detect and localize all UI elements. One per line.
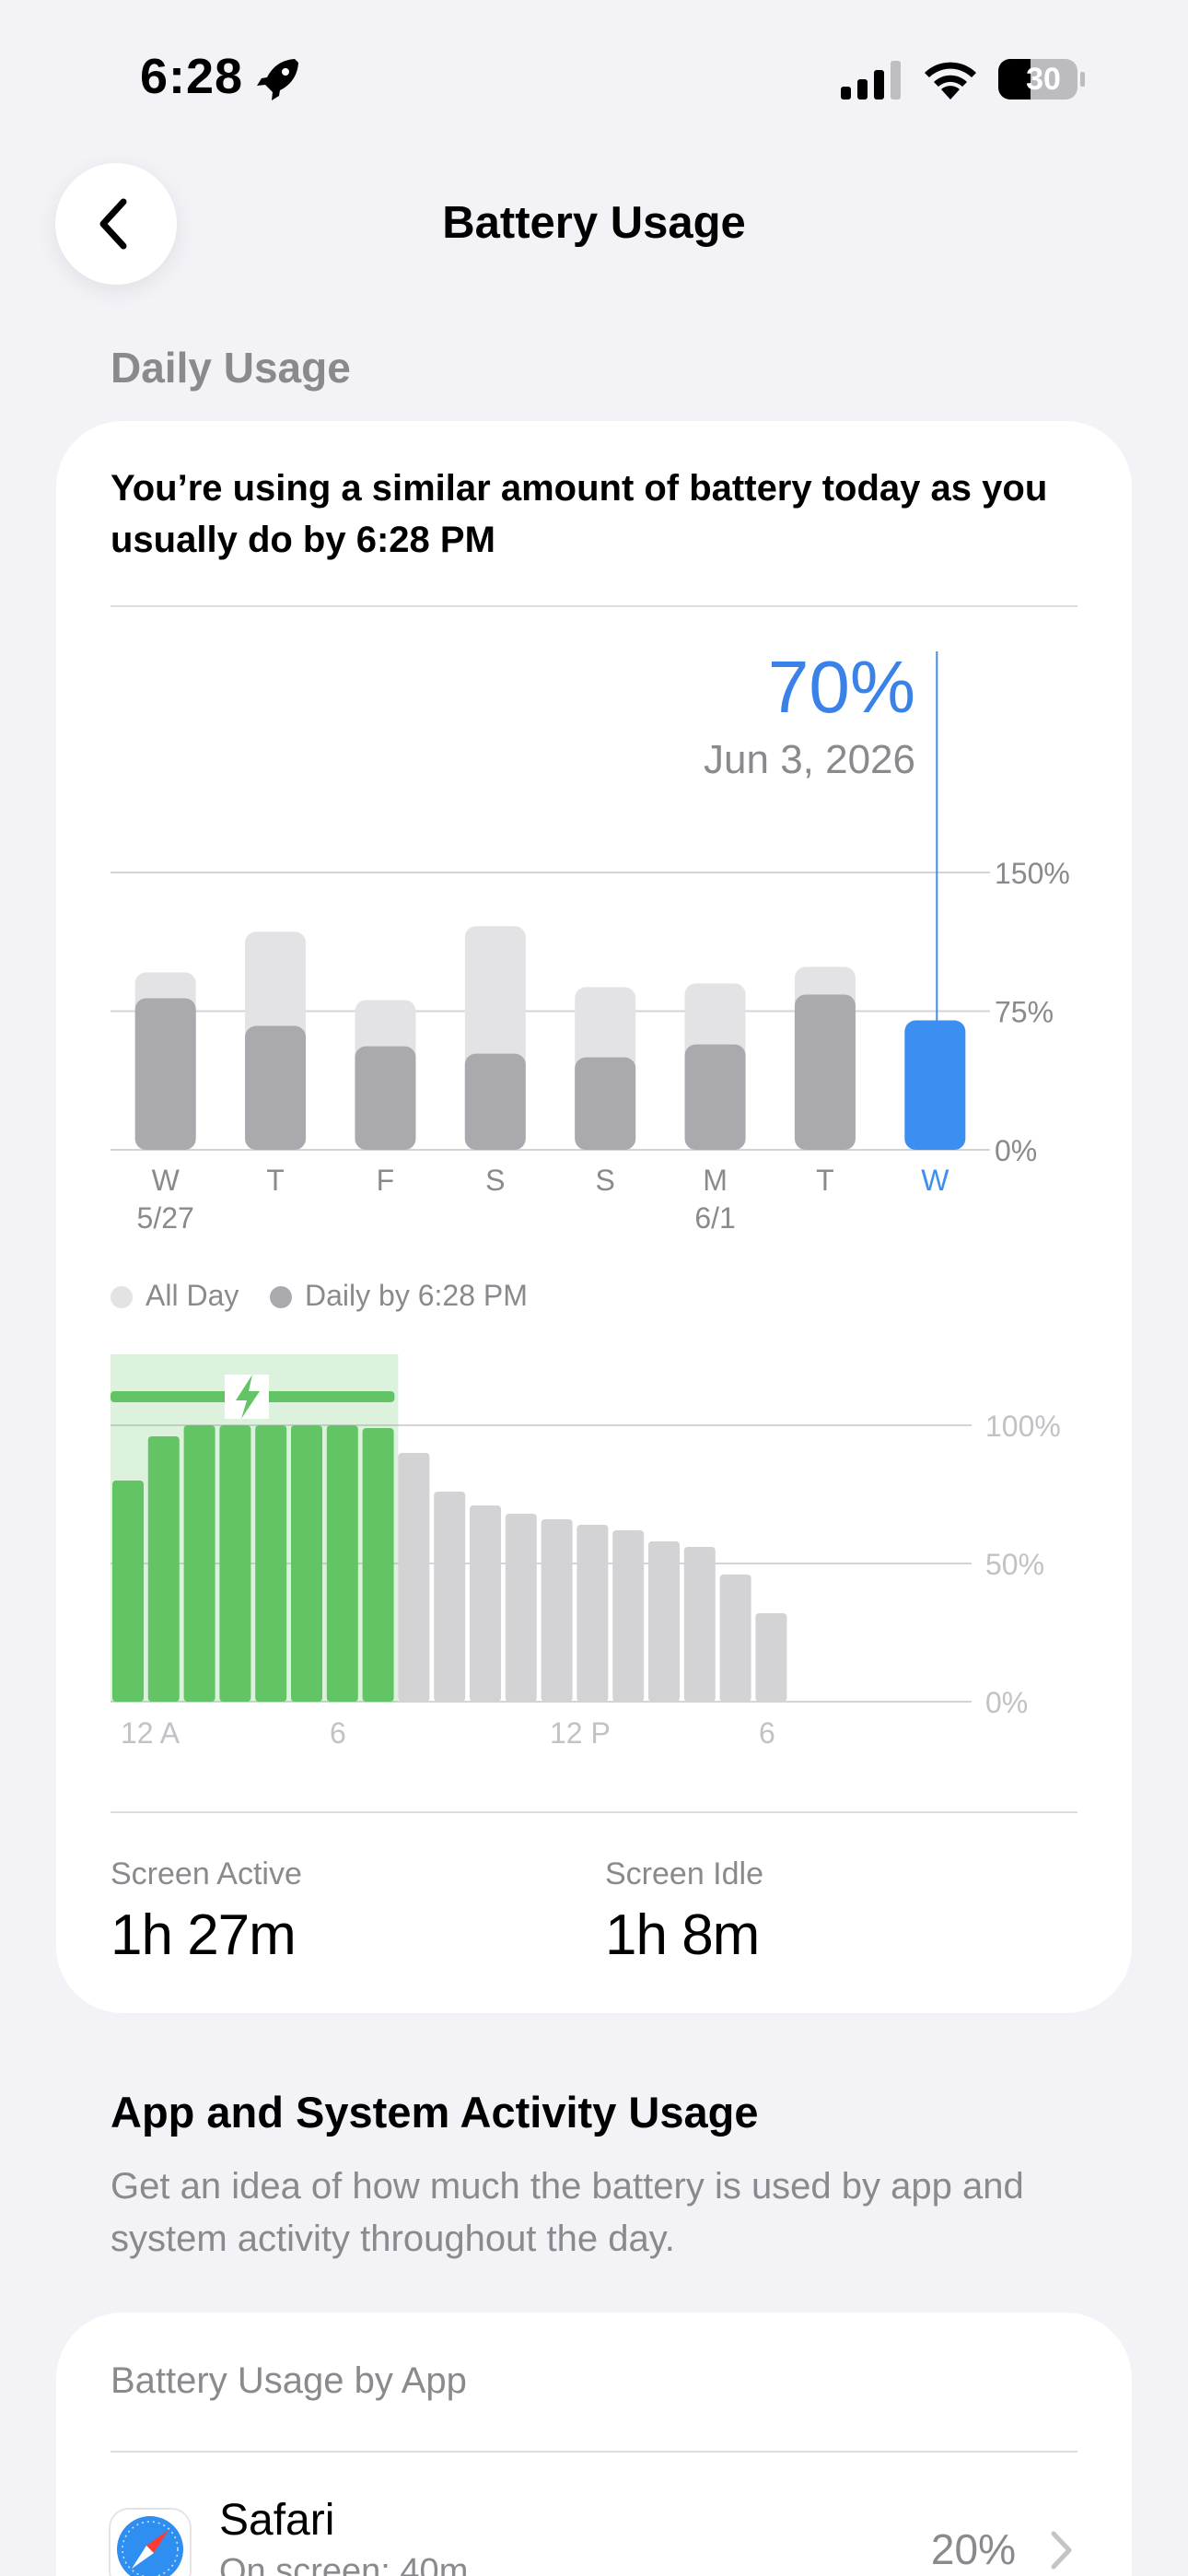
x-tick-label: M — [703, 1164, 728, 1197]
app-name: Safari — [219, 2496, 335, 2545]
hour-bar-charging — [291, 1425, 322, 1702]
hour-bar — [683, 1547, 716, 1702]
hour-bar-charging — [183, 1425, 215, 1702]
y-tick-label: 0% — [995, 1134, 1037, 1167]
hour-bar — [541, 1519, 573, 1702]
bar-daily-by-time — [794, 994, 856, 1150]
activity-section-title: App and System Activity Usage — [111, 2088, 759, 2137]
safari-icon — [111, 2510, 190, 2576]
x-tick-label: S — [485, 1164, 505, 1197]
y-tick-label: 75% — [995, 996, 1054, 1029]
screen-idle-label: Screen Idle — [605, 1856, 763, 1891]
hour-bar-charging — [255, 1425, 287, 1702]
x-tick-label: W — [152, 1164, 181, 1197]
hour-bar-charging — [326, 1425, 358, 1702]
legend-label-daily-by-time: Daily by 6:28 PM — [305, 1279, 528, 1312]
x-tick-sublabel: 5/27 — [137, 1201, 194, 1235]
x-tick-sublabel: 6/1 — [694, 1201, 735, 1235]
hourly-battery-level-chart[interactable]: 0% 50% 100% 12 A 6 12 P 6 — [0, 1327, 1188, 1769]
chevron-right-icon — [1051, 2531, 1072, 2570]
hour-bar — [577, 1525, 609, 1702]
bar-selected-day — [904, 1020, 966, 1150]
hour-bar — [505, 1514, 537, 1702]
hour-bar-charging — [112, 1481, 144, 1702]
y-tick-label: 50% — [985, 1548, 1044, 1581]
x-tick-label: 12 A — [121, 1716, 181, 1750]
x-tick-label: T — [266, 1164, 285, 1197]
hour-bar — [648, 1541, 680, 1702]
battery-usage-screen: 6:28 30 Battery Usage Daily Usage You’re… — [0, 0, 1188, 2576]
x-tick-label: S — [596, 1164, 615, 1197]
x-tick-label: 6 — [759, 1716, 775, 1750]
divider — [111, 1811, 1077, 1813]
hour-bar-charging — [147, 1436, 180, 1702]
hour-bar-charging — [362, 1428, 394, 1702]
x-tick-label: W — [921, 1164, 949, 1197]
legend-label-all-day: All Day — [146, 1279, 239, 1312]
x-tick-label: F — [377, 1164, 395, 1197]
activity-section-description: Get an idea of how much the battery is u… — [111, 2166, 1024, 2259]
divider — [111, 2451, 1077, 2453]
screen-active-value: 1h 27m — [111, 1903, 297, 1967]
legend-dot-all-day — [111, 1286, 133, 1308]
screen-active-label: Screen Active — [111, 1856, 302, 1891]
hour-bar-charging — [219, 1425, 251, 1702]
x-tick-label: 6 — [330, 1716, 346, 1750]
hour-bar — [612, 1530, 645, 1702]
hour-bar — [719, 1575, 751, 1702]
y-tick-label: 150% — [995, 857, 1070, 890]
hour-bar — [398, 1453, 430, 1702]
app-usage-header: Battery Usage by App — [111, 2360, 467, 2401]
bar-daily-by-time — [355, 1046, 416, 1150]
y-tick-label: 0% — [985, 1686, 1028, 1719]
bar-daily-by-time — [245, 1025, 307, 1150]
bar-daily-by-time — [464, 1053, 526, 1150]
hour-bar — [434, 1492, 466, 1702]
x-tick-label: 12 P — [550, 1716, 611, 1750]
hour-bar — [755, 1613, 787, 1702]
bar-daily-by-time — [684, 1044, 746, 1150]
x-tick-label: T — [816, 1164, 834, 1197]
y-tick-label: 100% — [985, 1410, 1061, 1443]
screen-idle-value: 1h 8m — [605, 1903, 760, 1967]
bar-daily-by-time — [575, 1057, 636, 1150]
bar-daily-by-time — [134, 998, 196, 1150]
daily-battery-chart[interactable]: 0% 75% 150% W 5/27 T F S S M 6/1 T W — [0, 0, 1188, 1253]
app-percent: 20% — [930, 2525, 1016, 2573]
legend-dot-daily-by-time — [270, 1286, 292, 1308]
app-detail: On screen: 40m — [219, 2552, 469, 2576]
hour-bar — [470, 1505, 501, 1702]
